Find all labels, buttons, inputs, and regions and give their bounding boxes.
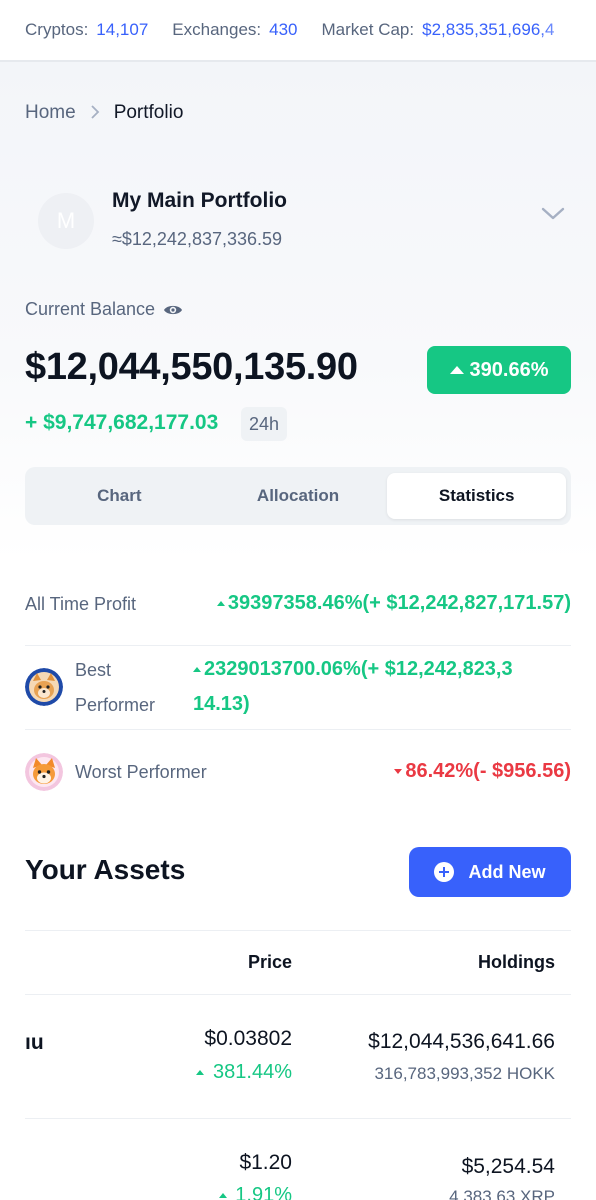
stat-worst-performer: Worst Performer 86.42%(- $956.56) — [25, 730, 571, 814]
all-time-profit-text: 39397358.46%(+ $12,242,827,171.57) — [227, 592, 571, 614]
stat-cryptos[interactable]: Cryptos: 14,107 — [25, 20, 148, 40]
asset-price: $0.03802 — [204, 1027, 292, 1050]
triangle-up-icon — [449, 366, 464, 374]
col-header-holdings[interactable]: Holdings — [478, 952, 555, 973]
asset-holdings-qty: 4,383.63 XRP — [449, 1187, 555, 1200]
stat-best-performer: Best Performer 2329013700.06%(+ $12,242,… — [25, 646, 571, 730]
plus-circle-icon — [434, 862, 455, 882]
asset-change: 381.44% — [196, 1061, 292, 1084]
best-performer-label-line2: Performer — [75, 695, 156, 715]
worst-performer-text: 86.42%(- $956.56) — [405, 760, 571, 782]
table-divider — [25, 994, 571, 995]
asset-change: 1.91% — [218, 1184, 292, 1200]
table-divider — [25, 930, 571, 931]
asset-name-fragment: ıu — [25, 1031, 44, 1054]
best-performer-text-1: 2329013700.06%(+ $12,242,823,3 — [204, 658, 513, 680]
triangle-up-icon — [193, 667, 201, 673]
stat-exchanges-label: Exchanges: — [172, 20, 262, 39]
tab-statistics[interactable]: Statistics — [387, 473, 567, 519]
asset-holdings-qty: 316,783,993,352 HOKK — [374, 1064, 555, 1083]
triangle-up-icon — [216, 601, 225, 607]
eye-icon[interactable] — [163, 303, 183, 317]
stat-exchanges-value: 430 — [269, 20, 298, 39]
global-stats-bar: Cryptos: 14,107 Exchanges: 430 Market Cap:… — [0, 0, 596, 62]
portfolio-name[interactable]: My Main Portfolio — [112, 189, 287, 213]
current-balance-value: $12,044,550,135.90 — [25, 346, 358, 388]
breadcrumb-current: Portfolio — [113, 102, 184, 123]
breadcrumb: Home Portfolio — [25, 102, 183, 124]
add-new-label: Add New — [468, 861, 546, 882]
current-balance-text: Current Balance — [25, 299, 156, 319]
balance-change-pct: 390.66% — [469, 358, 549, 381]
all-time-profit-value: 39397358.46%(+ $12,242,827,171.57) — [216, 592, 571, 615]
triangle-down-icon — [394, 769, 403, 775]
all-time-profit-label: All Time Profit — [25, 594, 137, 614]
shiba-inu-coin-icon — [25, 753, 63, 791]
asset-price: $1.20 — [239, 1151, 292, 1174]
best-performer-value-line1: 2329013700.06%(+ $12,242,823,3 — [193, 658, 513, 681]
worst-performer-label: Worst Performer — [75, 762, 207, 782]
best-performer-label-line1: Best — [75, 660, 112, 680]
asset-change-text: 1.91% — [235, 1184, 292, 1200]
asset-holdings-value: $12,044,536,641.66 — [368, 1030, 555, 1053]
stat-all-time-profit: All Time Profit 39397358.46%(+ $12,242,8… — [25, 570, 571, 646]
stat-market-cap-label: Market Cap: — [321, 20, 415, 39]
view-tabs: Chart Allocation Statistics — [25, 467, 571, 525]
current-balance-label: Current Balance — [25, 299, 183, 320]
overflow-fade — [536, 0, 596, 60]
stat-exchanges[interactable]: Exchanges: 430 — [172, 20, 297, 40]
stat-cryptos-value: 14,107 — [96, 20, 149, 39]
balance-change-badge: 390.66% — [427, 346, 571, 394]
portfolio-total: ≈$12,242,837,336.59 — [112, 229, 283, 249]
col-header-price[interactable]: Price — [248, 952, 292, 973]
worst-performer-value: 86.42%(- $956.56) — [394, 760, 571, 783]
add-new-button[interactable]: Add New — [409, 847, 571, 897]
tab-allocation[interactable]: Allocation — [209, 473, 388, 519]
assets-title: Your Assets — [25, 854, 186, 885]
portfolio-avatar: M — [38, 193, 94, 249]
asset-holdings-value: $5,254.54 — [461, 1155, 555, 1178]
period-badge[interactable]: 24h — [241, 407, 287, 441]
stat-market-cap-value: $2,835,351,696,4 — [422, 20, 555, 39]
chevron-right-icon — [90, 103, 100, 124]
triangle-up-icon — [196, 1070, 205, 1076]
triangle-up-icon — [218, 1193, 227, 1199]
breadcrumb-home[interactable]: Home — [25, 102, 76, 124]
chevron-down-icon[interactable] — [540, 204, 566, 224]
tab-chart[interactable]: Chart — [30, 473, 209, 519]
table-divider — [25, 1118, 571, 1119]
balance-change-abs: + $9,747,682,177.03 — [25, 411, 219, 434]
stat-cryptos-label: Cryptos: — [25, 20, 89, 39]
asset-change-text: 381.44% — [213, 1061, 292, 1083]
stat-market-cap[interactable]: Market Cap: $2,835,351,696,4 — [322, 20, 555, 40]
shiba-coin-icon — [25, 668, 63, 706]
best-performer-value-line2: 14.13) — [193, 693, 250, 715]
